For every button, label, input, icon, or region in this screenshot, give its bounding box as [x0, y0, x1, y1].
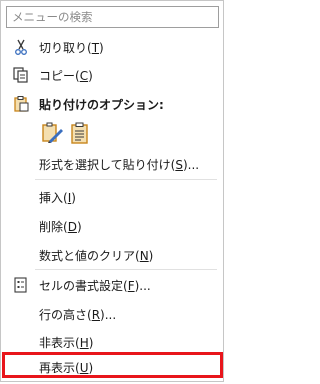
- menu-search-input[interactable]: メニューの検索: [6, 6, 219, 28]
- menu-item-label: 挿入(I): [39, 191, 76, 205]
- paste-values-icon[interactable]: [68, 121, 92, 145]
- menu-item-label: 非表示(H): [39, 336, 94, 350]
- context-menu: メニューの検索 切り取り(T) コピー(C) 貼り付けのオプション: 形式を選択…: [0, 0, 224, 382]
- menu-item-label: セルの書式設定(F)...: [39, 279, 151, 293]
- format-cells-icon: [14, 277, 27, 293]
- menu-item-insert[interactable]: 挿入(I): [2, 184, 224, 210]
- menu-item-label: コピー(C): [39, 69, 93, 83]
- menu-item-label: 数式と値のクリア(N): [39, 249, 154, 263]
- paste-formatting-icon[interactable]: [40, 121, 64, 145]
- menu-item-format-cells[interactable]: セルの書式設定(F)...: [2, 272, 224, 298]
- menu-item-clear-contents[interactable]: 数式と値のクリア(N): [2, 242, 224, 268]
- scissors-icon: [15, 39, 27, 55]
- menu-item-label: 行の高さ(R)...: [39, 308, 117, 322]
- search-placeholder: メニューの検索: [12, 10, 93, 24]
- menu-heading-paste-options: 貼り付けのオプション:: [2, 91, 224, 117]
- paste-options-heading: 貼り付けのオプション:: [39, 98, 164, 112]
- menu-item-label: 削除(D): [39, 220, 82, 234]
- unhide-highlight-box: [2, 352, 223, 378]
- menu-item-copy[interactable]: コピー(C): [2, 62, 224, 88]
- menu-item-cut[interactable]: 切り取り(T): [2, 34, 224, 60]
- menu-separator: [35, 269, 217, 270]
- menu-item-delete[interactable]: 削除(D): [2, 213, 224, 239]
- menu-item-row-height[interactable]: 行の高さ(R)...: [2, 301, 224, 327]
- paste-options-row: [2, 119, 224, 149]
- menu-item-label: 形式を選択して貼り付け(S)...: [39, 158, 200, 172]
- copy-icon: [13, 67, 28, 83]
- menu-separator: [35, 179, 217, 180]
- menu-item-paste-special[interactable]: 形式を選択して貼り付け(S)...: [2, 151, 224, 177]
- clipboard-icon: [14, 96, 29, 112]
- menu-item-label: 切り取り(T): [39, 41, 104, 55]
